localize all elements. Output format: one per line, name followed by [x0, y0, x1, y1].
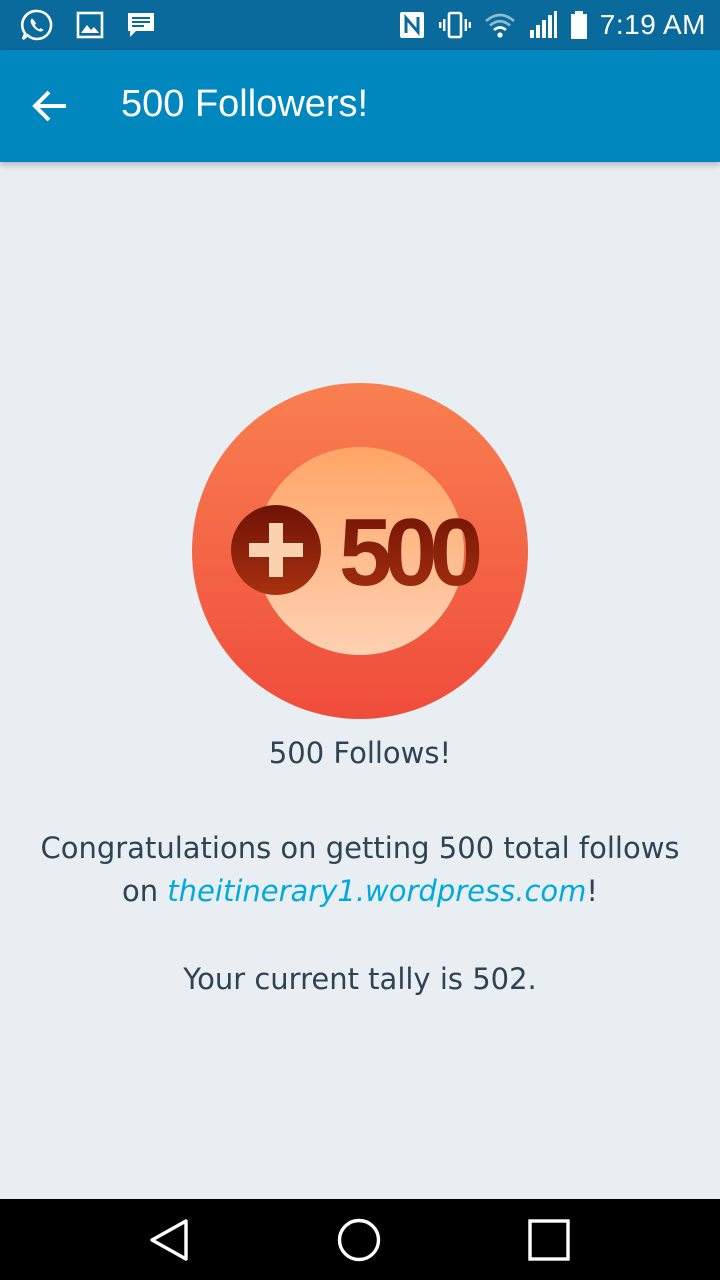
status-left-icons [20, 8, 156, 42]
home-circle-icon [336, 1217, 382, 1263]
navigation-bar [0, 1199, 720, 1280]
badge-caption: 500 Follows! [268, 736, 452, 770]
wifi-icon [484, 11, 516, 39]
image-icon [76, 11, 104, 39]
plus-circle-icon [231, 505, 321, 595]
nav-home-button[interactable] [309, 1199, 409, 1280]
vibrate-icon [438, 10, 472, 40]
page-title: 500 Followers! [121, 83, 369, 125]
screen: 7:19 AM 500 Followers! 500 500 Follows! … [0, 0, 720, 1280]
site-link[interactable]: theitinerary1.wordpress.com [167, 874, 586, 908]
congratulations-message: Congratulations on getting 500 total fol… [0, 827, 720, 913]
message-suffix: ! [586, 874, 599, 908]
badge-number: 500 [339, 499, 480, 606]
status-bar: 7:19 AM [0, 0, 720, 50]
arrow-left-icon [30, 86, 70, 126]
nfc-icon [398, 10, 426, 40]
whatsapp-icon [20, 8, 54, 42]
signal-icon [528, 10, 558, 40]
nav-back-button[interactable] [119, 1199, 219, 1280]
back-triangle-icon [148, 1218, 190, 1262]
followers-badge: 500 [192, 383, 528, 719]
battery-icon [570, 10, 588, 40]
status-right-icons: 7:19 AM [398, 8, 706, 42]
current-tally: Your current tally is 502. [183, 962, 537, 996]
app-bar: 500 Followers! [0, 50, 720, 162]
back-button[interactable] [18, 74, 82, 138]
nav-recents-button[interactable] [499, 1199, 599, 1280]
status-time: 7:19 AM [599, 9, 706, 40]
recents-square-icon [527, 1218, 571, 1262]
message-icon [126, 11, 156, 39]
